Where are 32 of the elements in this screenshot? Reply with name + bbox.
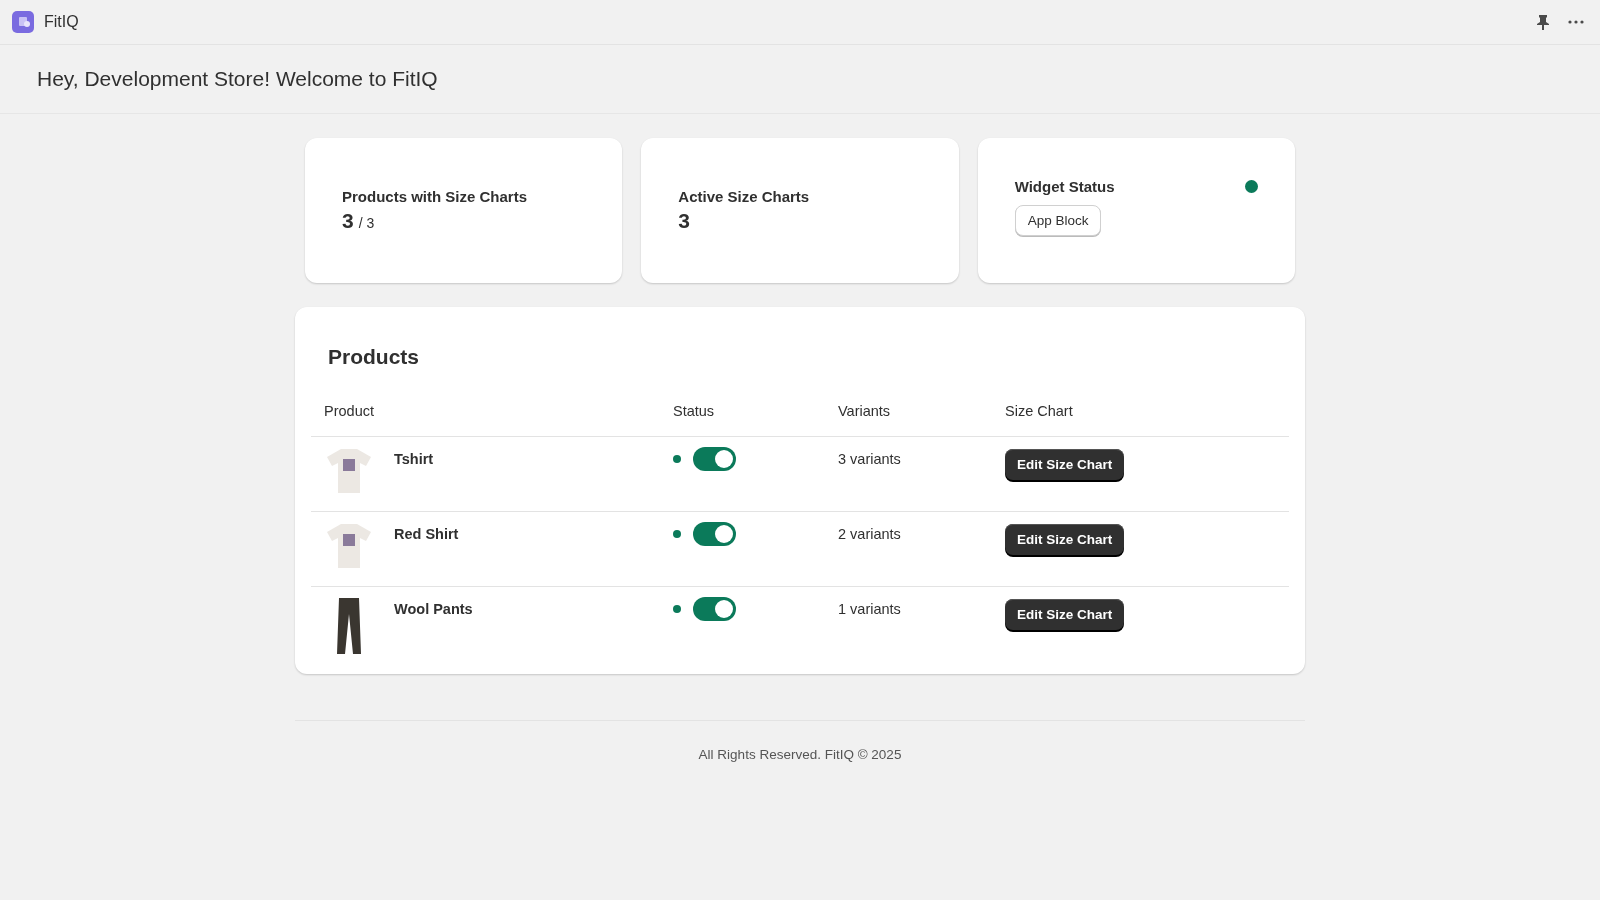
- edit-size-chart-button[interactable]: Edit Size Chart: [1005, 449, 1125, 480]
- column-header: Size Chart: [992, 403, 1289, 437]
- pin-icon: [1536, 14, 1550, 30]
- stat-value: 3: [678, 209, 690, 233]
- variants-count: 3 variants: [838, 451, 901, 467]
- tshirt-image: [324, 447, 374, 495]
- product-name: Wool Pants: [394, 601, 473, 617]
- column-header: Product: [311, 403, 660, 437]
- welcome-heading: Hey, Development Store! Welcome to FitIQ: [37, 67, 438, 91]
- stat-value: 3: [342, 209, 354, 233]
- tshirt-image: [324, 522, 374, 570]
- app-block-button[interactable]: App Block: [1014, 204, 1102, 236]
- status-toggle[interactable]: [693, 597, 736, 621]
- stat-label: Widget Status: [1014, 177, 1115, 195]
- edit-size-chart-button[interactable]: Edit Size Chart: [1005, 524, 1125, 555]
- stat-total: / 3: [358, 215, 375, 231]
- edit-size-chart-button[interactable]: Edit Size Chart: [1005, 599, 1125, 630]
- more-icon: [1568, 20, 1584, 24]
- app-title: FitIQ: [44, 13, 80, 31]
- stat-label: Products with Size Charts: [342, 188, 529, 205]
- column-header: Status: [660, 403, 825, 437]
- stat-label: Active Size Charts: [678, 188, 811, 205]
- variants-count: 2 variants: [838, 526, 901, 542]
- status-toggle[interactable]: [693, 522, 736, 546]
- column-header: Variants: [825, 403, 992, 437]
- products-title: Products: [328, 345, 420, 369]
- variants-count: 1 variants: [838, 601, 901, 617]
- product-name: Tshirt: [394, 451, 434, 467]
- product-name: Red Shirt: [394, 526, 459, 542]
- app-logo-icon: [12, 11, 34, 33]
- status-toggle[interactable]: [693, 447, 736, 471]
- footer-text: All Rights Reserved. FitIQ © 2025: [698, 747, 902, 762]
